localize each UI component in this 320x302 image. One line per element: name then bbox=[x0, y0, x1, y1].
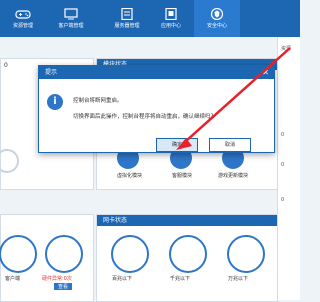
dialog-title: 提示 bbox=[45, 69, 58, 76]
hardware-error-label: 硬件异常:0次 bbox=[42, 276, 72, 282]
confirm-dialog: 提示 ✕ i 控制台将断网重启。 切换界面后此操作，控制台程序将自动重启，确认继… bbox=[38, 65, 275, 153]
strip-item: 0 bbox=[281, 162, 285, 168]
apps-icon bbox=[165, 8, 177, 20]
monitor-icon bbox=[64, 8, 78, 20]
nav-item-security[interactable]: 安全中心 bbox=[194, 0, 240, 37]
strip-title: 资源 bbox=[281, 46, 292, 52]
gamepad-icon bbox=[15, 10, 31, 19]
nav-label: 服务器管理 bbox=[114, 23, 140, 29]
client-icon[interactable] bbox=[0, 235, 37, 273]
strip-item: 0 bbox=[281, 132, 285, 138]
left-panel-chart-ring bbox=[0, 149, 19, 173]
client-label: 客户端 bbox=[5, 276, 21, 282]
close-icon[interactable]: ✕ bbox=[262, 66, 269, 79]
client-status-panel: 客户端 硬件异常:0次 查看 bbox=[0, 214, 94, 302]
confirm-button[interactable]: 确定 bbox=[156, 138, 198, 152]
net-10000m-icon[interactable] bbox=[227, 235, 265, 273]
dialog-title-bar: 提示 ✕ bbox=[39, 66, 274, 79]
net-status-panel: 网卡状态 百兆以下 千兆以下 万兆以下 bbox=[96, 214, 278, 302]
strip-item: 0 bbox=[281, 197, 285, 203]
dialog-message-2: 切换界面后此操作，控制台程序将自动重启，确认继续吗？ bbox=[73, 114, 217, 120]
nav-item-client[interactable]: 客户端管理 bbox=[48, 0, 94, 37]
nav-item-resource[interactable]: 资源管理 bbox=[0, 0, 46, 37]
server-icon bbox=[121, 8, 133, 20]
net-1000m-icon[interactable] bbox=[169, 235, 207, 273]
module-label: 虚拟化模块 bbox=[117, 173, 143, 179]
info-icon: i bbox=[47, 94, 63, 110]
module-label: 游戏更新模块 bbox=[218, 173, 249, 179]
nav-item-server[interactable]: 服务器管理 bbox=[104, 0, 150, 37]
hardware-icon[interactable] bbox=[45, 235, 83, 273]
dialog-message-1: 控制台将断网重启。 bbox=[73, 98, 123, 104]
nav-label: 应用中心 bbox=[160, 23, 181, 29]
nav-label: 资源管理 bbox=[12, 23, 33, 29]
left-panel-value: 0 bbox=[4, 62, 8, 69]
module-label: 客服模块 bbox=[172, 173, 193, 179]
net-label: 千兆以下 bbox=[170, 276, 191, 282]
nav-label: 安全中心 bbox=[206, 23, 227, 29]
nav-item-apps[interactable]: 应用中心 bbox=[148, 0, 194, 37]
net-100m-icon[interactable] bbox=[111, 235, 149, 273]
net-status-title: 网卡状态 bbox=[97, 215, 277, 226]
top-navigation-bar: 资源管理 客户端管理 服务器管理 应用中心 安全中心 bbox=[0, 0, 300, 37]
net-label: 百兆以下 bbox=[112, 276, 133, 282]
shield-icon bbox=[210, 8, 224, 20]
view-badge[interactable]: 查看 bbox=[54, 283, 73, 290]
cancel-button[interactable]: 取消 bbox=[209, 138, 251, 152]
right-info-strip: 资源 0 0 0 bbox=[277, 37, 300, 300]
nav-label: 客户端管理 bbox=[58, 23, 84, 29]
net-label: 万兆以下 bbox=[228, 276, 249, 282]
